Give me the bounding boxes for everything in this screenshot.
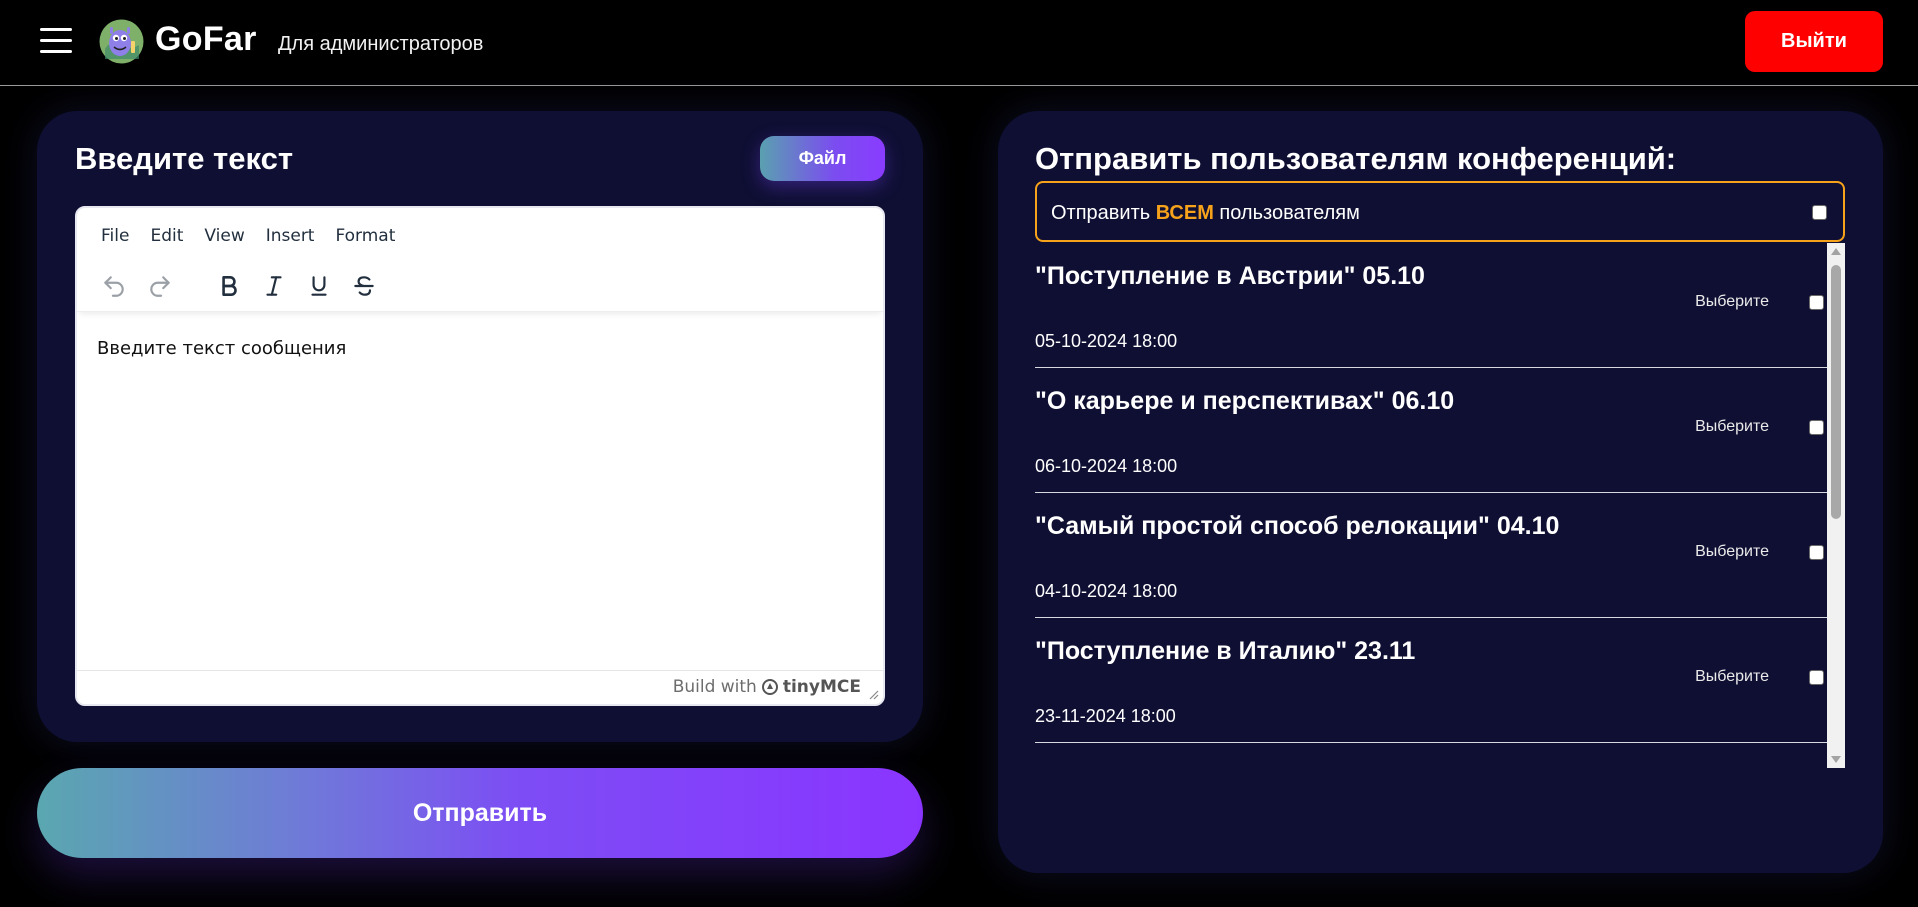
conference-list-scrollbar[interactable] bbox=[1827, 243, 1845, 768]
send-all-label: Отправить ВСЕМ пользователям bbox=[1051, 202, 1360, 225]
send-all-suffix: пользователям bbox=[1219, 202, 1360, 224]
editor-card-title: Введите текст bbox=[75, 141, 293, 176]
menu-file[interactable]: File bbox=[101, 226, 129, 250]
conference-title: "Самый простой способ релокации" 04.10 bbox=[1035, 512, 1560, 540]
conference-date: 05-10-2024 18:00 bbox=[1035, 331, 1178, 351]
undo-icon[interactable] bbox=[97, 270, 131, 302]
brand-name: GoFar bbox=[155, 20, 257, 58]
message-editor-card: Введите текст Файл File Edit View Insert… bbox=[37, 111, 923, 742]
scrollbar-thumb[interactable] bbox=[1831, 265, 1841, 519]
conference-title: "Поступление в Австрии" 05.10 bbox=[1035, 262, 1425, 290]
editor-content[interactable]: Введите текст сообщения bbox=[97, 338, 346, 359]
conference-date: 23-11-2024 18:00 bbox=[1035, 706, 1176, 726]
resize-handle-icon[interactable] bbox=[867, 688, 879, 700]
scroll-down-icon[interactable] bbox=[1831, 756, 1841, 763]
send-all-checkbox[interactable] bbox=[1812, 205, 1827, 220]
menu-insert[interactable]: Insert bbox=[266, 226, 315, 250]
build-with-label: Build with tinyMCE bbox=[673, 677, 861, 697]
conference-list: "Поступление в Австрии" 05.10 Выберите 0… bbox=[1035, 243, 1827, 768]
conferences-card: Отправить пользователям конференций: Отп… bbox=[998, 111, 1883, 873]
send-all-highlight: ВСЕМ bbox=[1155, 202, 1214, 224]
conference-checkbox[interactable] bbox=[1809, 420, 1824, 435]
bold-icon[interactable] bbox=[212, 270, 246, 302]
underline-icon[interactable] bbox=[302, 270, 336, 302]
redo-icon[interactable] bbox=[143, 270, 177, 302]
conference-title: "О карьере и перспективах" 06.10 bbox=[1035, 387, 1455, 415]
menu-view[interactable]: View bbox=[204, 226, 244, 250]
select-label: Выберите bbox=[1695, 293, 1769, 310]
app-header: GoFar Для администраторов Выйти bbox=[0, 0, 1918, 86]
scroll-up-icon[interactable] bbox=[1831, 248, 1841, 255]
send-button[interactable]: Отправить bbox=[37, 768, 923, 858]
strikethrough-icon[interactable] bbox=[347, 270, 381, 302]
conference-checkbox[interactable] bbox=[1809, 295, 1824, 310]
conference-date: 04-10-2024 18:00 bbox=[1035, 581, 1178, 601]
menu-edit[interactable]: Edit bbox=[150, 226, 183, 250]
send-all-prefix: Отправить bbox=[1051, 202, 1151, 224]
conferences-title: Отправить пользователям конференций: bbox=[1035, 141, 1677, 176]
rich-text-editor: File Edit View Insert Format Введите тек… bbox=[75, 206, 885, 706]
select-label: Выберите bbox=[1695, 418, 1769, 435]
menu-format[interactable]: Format bbox=[335, 226, 395, 250]
tinymce-logo-icon bbox=[761, 679, 778, 695]
conference-date: 06-10-2024 18:00 bbox=[1035, 456, 1178, 476]
conference-item: "О карьере и перспективах" 06.10 Выберит… bbox=[1035, 368, 1827, 493]
conference-item: "Поступление в Италию" 23.11 Выберите 23… bbox=[1035, 618, 1827, 743]
conference-item: "Поступление в Австрии" 05.10 Выберите 0… bbox=[1035, 243, 1827, 368]
tinymce-brand[interactable]: tinyMCE bbox=[783, 677, 861, 697]
select-label: Выберите bbox=[1695, 543, 1769, 560]
build-with-text: Build with bbox=[672, 677, 757, 697]
editor-toolbar bbox=[77, 256, 883, 312]
send-all-option[interactable]: Отправить ВСЕМ пользователям bbox=[1035, 181, 1845, 242]
italic-icon[interactable] bbox=[257, 270, 291, 302]
select-label: Выберите bbox=[1695, 668, 1769, 685]
conference-checkbox[interactable] bbox=[1809, 545, 1824, 560]
logo-icon bbox=[99, 19, 144, 64]
file-button[interactable]: Файл bbox=[760, 136, 885, 181]
conference-title: "Поступление в Италию" 23.11 bbox=[1035, 637, 1416, 665]
conference-checkbox[interactable] bbox=[1809, 670, 1824, 685]
conference-item: "Самый простой способ релокации" 04.10 В… bbox=[1035, 493, 1827, 618]
logout-button[interactable]: Выйти bbox=[1745, 11, 1883, 72]
editor-statusbar: Build with tinyMCE bbox=[77, 670, 883, 704]
brand-subtitle: Для администраторов bbox=[278, 33, 484, 55]
editor-menubar: File Edit View Insert Format bbox=[101, 226, 416, 250]
menu-icon[interactable] bbox=[40, 28, 72, 54]
